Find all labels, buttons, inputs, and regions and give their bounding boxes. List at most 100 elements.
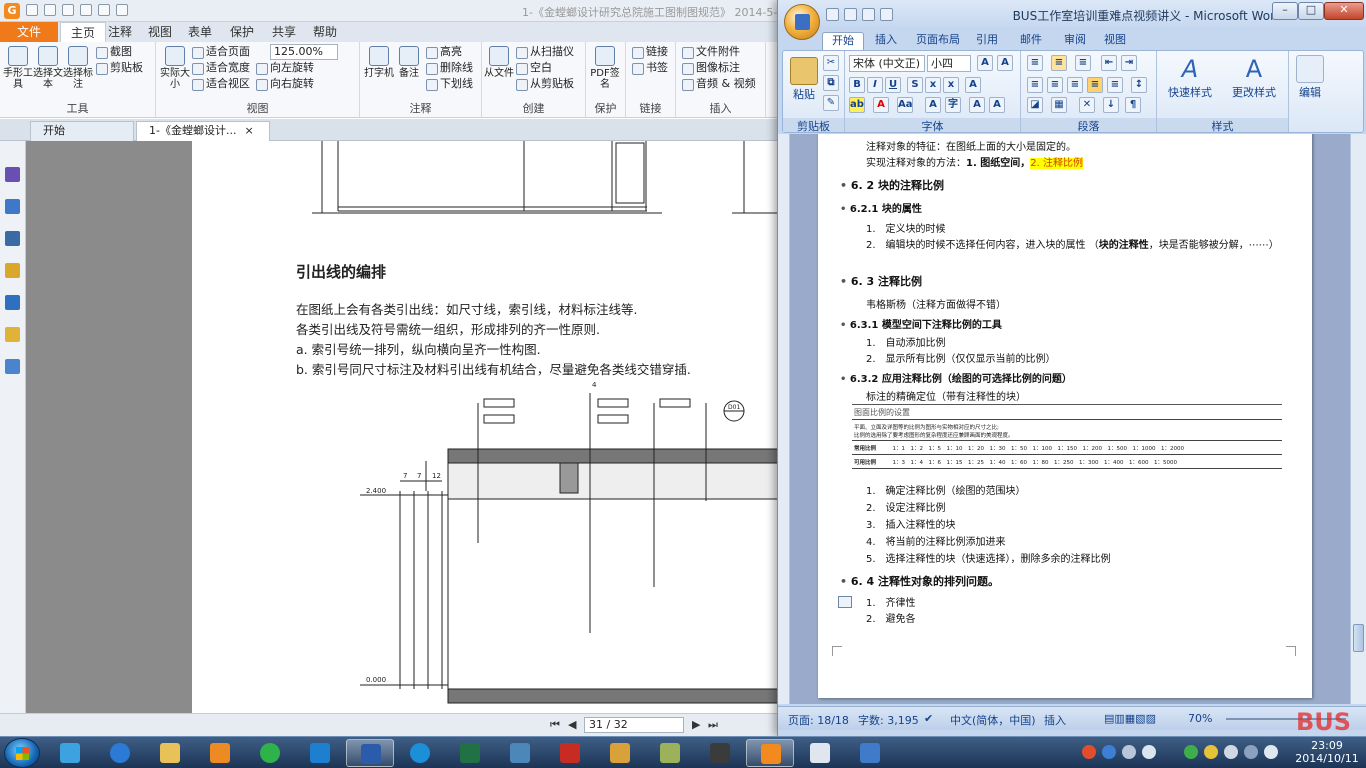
- tab-view[interactable]: 视图: [138, 22, 182, 42]
- change-styles-button[interactable]: A 更改样式: [1223, 55, 1285, 99]
- clipboard-button[interactable]: 剪贴板: [96, 60, 143, 76]
- open-icon[interactable]: [26, 4, 38, 16]
- zoom-select[interactable]: 125.00%: [270, 44, 338, 60]
- taskbar-app-pdf[interactable]: [746, 739, 794, 767]
- blank-button[interactable]: 空白: [516, 60, 552, 76]
- underline-button[interactable]: 下划线: [426, 76, 473, 92]
- tray-power-icon[interactable]: [1224, 745, 1238, 759]
- first-page-icon[interactable]: ⏮: [550, 718, 560, 732]
- tray-settings-icon[interactable]: [1122, 745, 1136, 759]
- tray-help-icon[interactable]: [1102, 745, 1116, 759]
- tray-volume-icon[interactable]: [1264, 745, 1278, 759]
- tray-keyboard-icon[interactable]: [1142, 745, 1156, 759]
- borders-icon[interactable]: ▦: [1051, 97, 1067, 113]
- insert-mode[interactable]: 插入: [1044, 712, 1066, 728]
- taskbar-app-notes[interactable]: [646, 739, 694, 767]
- char-border-icon[interactable]: A: [997, 55, 1013, 71]
- sort-icon[interactable]: ↓: [1103, 97, 1119, 113]
- underline-icon[interactable]: U: [885, 77, 901, 93]
- justify-icon[interactable]: ≡: [1087, 77, 1103, 93]
- tab-view[interactable]: 视图: [1100, 32, 1130, 50]
- hand-tool-button[interactable]: 手形工具: [3, 44, 33, 94]
- tab-review[interactable]: 审阅: [1060, 32, 1090, 50]
- change-case-icon[interactable]: Aa: [897, 97, 913, 113]
- bookmarks-icon[interactable]: [5, 199, 20, 214]
- pdf-canvas[interactable]: 2.400 0.000 7 7 12 4 D01 引出线的编排 在图纸上会有各类…: [26, 141, 790, 713]
- email-icon[interactable]: [80, 4, 92, 16]
- autocorrect-options-icon[interactable]: [838, 596, 852, 608]
- char-shading-icon[interactable]: A: [925, 97, 941, 113]
- file-attachment-button[interactable]: 文件附件: [682, 44, 740, 60]
- align-center-icon[interactable]: ≡: [1047, 77, 1063, 93]
- taskbar-app-reader[interactable]: [846, 739, 894, 767]
- prev-page-icon[interactable]: ◀: [568, 718, 576, 731]
- tab-insert[interactable]: 插入: [868, 32, 904, 50]
- layers-icon[interactable]: [5, 231, 20, 246]
- tab-references[interactable]: 引用: [972, 32, 1002, 50]
- enclose-char-icon[interactable]: 字: [945, 97, 961, 113]
- view-buttons-icon[interactable]: ▤▥▦▧▨: [1104, 712, 1156, 725]
- tray-network-icon[interactable]: [1204, 745, 1218, 759]
- decrease-indent-icon[interactable]: ⇤: [1101, 55, 1117, 71]
- fit-page-button[interactable]: 适合页面: [192, 44, 250, 60]
- taskbar-app-excel[interactable]: [446, 739, 494, 767]
- format-painter-icon[interactable]: ✎: [823, 95, 839, 111]
- screenshot-button[interactable]: 截图: [96, 44, 132, 60]
- superscript-icon[interactable]: x: [943, 77, 959, 93]
- shrink-font-icon[interactable]: A: [989, 97, 1005, 113]
- last-page-icon[interactable]: ⏭: [708, 718, 718, 732]
- pdf-sign-button[interactable]: PDF签名: [590, 44, 620, 94]
- phonetic-guide-icon[interactable]: A: [977, 55, 993, 71]
- taskbar-app-ie[interactable]: [96, 739, 144, 767]
- tab-protect[interactable]: 保护: [220, 22, 264, 42]
- bookmark-button[interactable]: 书签: [632, 60, 668, 76]
- word-count[interactable]: 字数: 3,195: [858, 712, 919, 728]
- tab-comment[interactable]: 注释: [98, 22, 142, 42]
- select-text-button[interactable]: 选择文本: [33, 44, 63, 94]
- redo-icon[interactable]: [116, 4, 128, 16]
- rotate-left-button[interactable]: 向左旋转: [256, 60, 314, 76]
- security-lock-icon[interactable]: [5, 327, 20, 342]
- attachment-icon[interactable]: [5, 295, 20, 310]
- paste-button[interactable]: 粘贴: [789, 57, 819, 101]
- from-scanner-button[interactable]: 从扫描仪: [516, 44, 574, 60]
- tab-file[interactable]: 文件: [0, 22, 58, 42]
- font-color-icon[interactable]: A: [873, 97, 889, 113]
- bullets-icon[interactable]: ≡: [1027, 55, 1043, 71]
- from-clipboard-button[interactable]: 从剪贴板: [516, 76, 574, 92]
- line-spacing-icon[interactable]: ↕: [1131, 77, 1147, 93]
- pages-icon[interactable]: [5, 167, 20, 182]
- tray-shield-icon[interactable]: [1184, 745, 1198, 759]
- page-count[interactable]: 页面: 18/18: [788, 712, 849, 728]
- comments-icon[interactable]: [5, 263, 20, 278]
- taskbar-app-autocad[interactable]: [546, 739, 594, 767]
- tab-help[interactable]: 帮助: [303, 22, 347, 42]
- distributed-icon[interactable]: ≡: [1107, 77, 1123, 93]
- minimize-button[interactable]: –: [1272, 2, 1298, 20]
- actual-size-button[interactable]: 实际大小: [160, 44, 190, 94]
- doc-tab-start[interactable]: 开始: [30, 121, 134, 141]
- edit-button[interactable]: 编辑: [1293, 55, 1327, 99]
- proofing-icon[interactable]: ✔: [924, 712, 933, 725]
- align-left-icon[interactable]: ≡: [1027, 77, 1043, 93]
- multilevel-list-icon[interactable]: ≡: [1075, 55, 1091, 71]
- note-button[interactable]: 备注: [394, 44, 424, 94]
- maximize-button[interactable]: □: [1298, 2, 1324, 20]
- taskbar-app-player[interactable]: [196, 739, 244, 767]
- print-icon[interactable]: [62, 4, 74, 16]
- numbering-icon[interactable]: ≡: [1051, 55, 1067, 71]
- align-right-icon[interactable]: ≡: [1067, 77, 1083, 93]
- taskbar-app-editor[interactable]: [796, 739, 844, 767]
- taskbar-app-360-browser[interactable]: [246, 739, 294, 767]
- tab-mailings[interactable]: 邮件: [1016, 32, 1046, 50]
- taskbar-app-word[interactable]: [346, 739, 394, 767]
- audio-video-button[interactable]: 音频 & 视频: [682, 76, 756, 92]
- font-size-select[interactable]: 小四: [927, 55, 971, 72]
- copy-icon[interactable]: ⧉: [823, 75, 839, 91]
- cut-icon[interactable]: ✂: [823, 55, 839, 71]
- undo-icon[interactable]: [98, 4, 110, 16]
- from-file-button[interactable]: 从文件: [484, 44, 514, 94]
- tab-home[interactable]: 开始: [822, 32, 864, 50]
- scrollbar-thumb[interactable]: [1353, 624, 1364, 652]
- clear-format-icon[interactable]: A: [965, 77, 981, 93]
